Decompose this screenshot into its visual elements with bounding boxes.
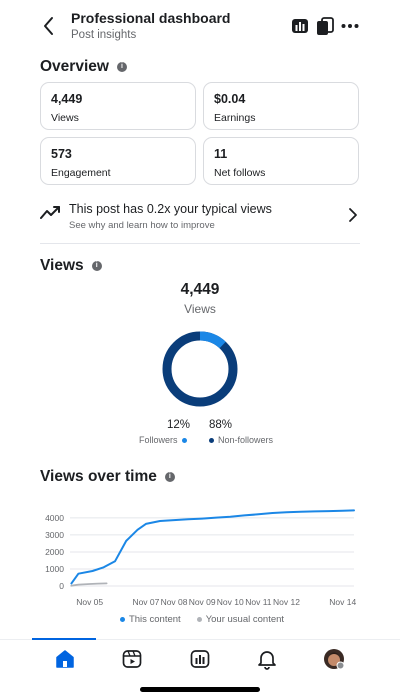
earnings-value: $0.04 [214,92,246,106]
insight-row[interactable]: This post has 0.2x your typical views Se… [38,196,362,240]
net-follows-card[interactable]: 11 Net follows [203,137,359,185]
home-indicator [140,687,260,692]
info-icon[interactable]: i [116,62,127,72]
donut-nonfollowers-segment [162,331,238,407]
views-heading: Views i [40,257,102,275]
followers-legend-label: Followers [139,435,178,445]
usual-content-dot [196,617,202,622]
reels-icon[interactable] [121,648,143,670]
nonfollowers-dot [209,437,214,443]
home-icon[interactable] [54,648,76,670]
y-tick-label: 4000 [45,513,64,523]
nav-active-indicator [32,638,96,640]
x-tick-label: Nov 05 [76,597,103,607]
legend-usual-label: Your usual content [205,614,285,625]
followers-legend: Followers [139,435,191,445]
insight-subtitle: See why and learn how to improve [69,220,215,231]
info-icon[interactable]: i [91,261,102,271]
more-icon[interactable] [340,16,360,36]
back-icon[interactable] [38,14,60,38]
insight-title: This post has 0.2x your typical views [69,202,272,216]
legend-this-content: This content [116,614,181,625]
legend-usual-content: Your usual content [193,614,284,625]
header: Professional dashboard Post insights [0,0,400,50]
series-usual-content-line [70,582,108,587]
chevron-right-icon [349,208,357,222]
divider [40,243,360,244]
engagement-value: 573 [51,147,72,161]
legend-this-label: This content [128,614,181,625]
x-tick-label: Nov 07 [132,597,159,607]
net-follows-value: 11 [214,147,228,161]
y-tick-label: 2000 [45,547,64,557]
nonfollowers-percent: 88% [209,419,233,431]
x-tick-label: Nov 14 [329,597,356,607]
bar-chart-icon[interactable] [290,16,310,36]
views-value: 4,449 [51,92,83,106]
views-card[interactable]: 4,449 Views [40,82,196,130]
profile-avatar[interactable] [323,648,345,670]
earnings-card[interactable]: $0.04 Earnings [203,82,359,130]
info-icon[interactable]: i [164,472,175,482]
y-tick-label: 0 [59,581,64,591]
views-total-label: Views [184,302,216,316]
overview-title: Overview [40,58,109,75]
copy-icon[interactable] [315,16,335,36]
views-total: 4,449 [180,281,220,298]
engagement-label: Engagement [51,167,111,179]
views-over-time-title: Views over time [40,468,157,485]
page-subtitle: Post insights [71,29,137,41]
page-title: Professional dashboard [71,10,231,26]
x-tick-label: Nov 09 [189,597,216,607]
series-this-content-line [70,509,355,585]
chart-legend: This content Your usual content [0,614,400,625]
engagement-card[interactable]: 573 Engagement [40,137,196,185]
views-title: Views [40,257,84,274]
net-follows-label: Net follows [214,167,266,179]
earnings-label: Earnings [214,112,256,124]
followers-percent: 12% [167,419,191,431]
trending-up-icon [40,206,60,219]
views-label: Views [51,112,79,124]
x-tick-label: Nov 08 [161,597,188,607]
views-donut-chart [162,331,238,407]
nonfollowers-legend-label: Non-followers [218,435,274,445]
views-over-time-heading: Views over time i [40,468,175,486]
x-tick-label: Nov 12 [273,597,300,607]
insights-icon[interactable] [189,648,211,670]
views-over-time-chart: 0 1000 2000 3000 4000 Nov 05 Nov 07 Nov 08 Nov 0… [45,509,356,607]
x-tick-label: Nov 10 [217,597,244,607]
followers-dot [181,437,187,443]
notifications-icon[interactable] [256,648,278,670]
overview-heading: Overview i [40,58,127,76]
this-content-dot [119,617,125,622]
y-tick-label: 3000 [45,530,64,540]
y-tick-label: 1000 [45,564,64,574]
x-tick-label: Nov 11 [245,597,272,607]
nonfollowers-legend: Non-followers [205,435,273,445]
